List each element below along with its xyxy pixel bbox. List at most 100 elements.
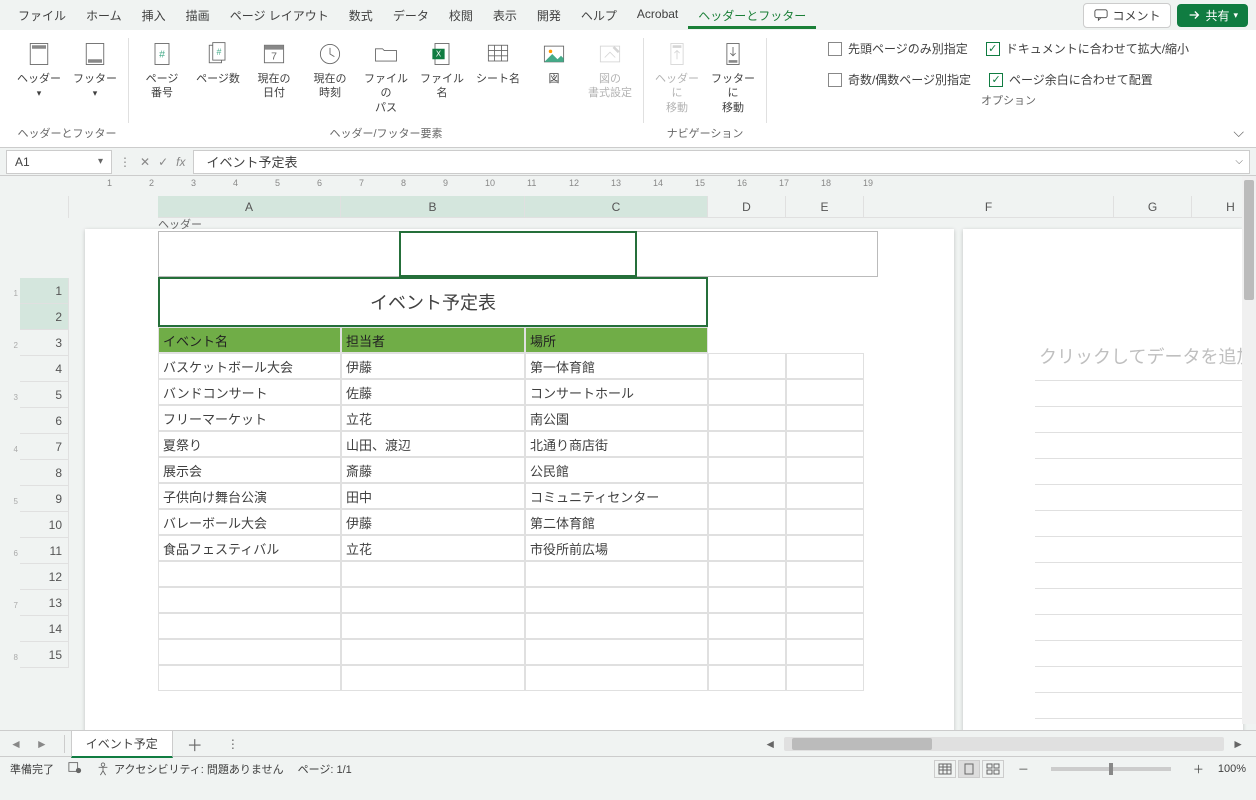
enter-icon[interactable]: ✓ [158, 155, 168, 169]
date-button[interactable]: 7現在の 日付 [249, 36, 299, 103]
table-cell[interactable] [158, 665, 341, 691]
table-cell[interactable] [341, 665, 525, 691]
table-cell[interactable]: 斎藤 [341, 457, 525, 483]
sheetname-button[interactable]: シート名 [473, 36, 523, 88]
spreadsheet-cells[interactable]: イベント予定表イベント名担当者場所バスケットボール大会伊藤第一体育館バンドコンサ… [158, 277, 864, 691]
formula-expand-icon[interactable]: ⌵ [1235, 156, 1243, 167]
table-cell[interactable]: 食品フェスティバル [158, 535, 341, 561]
table-cell[interactable] [786, 379, 864, 405]
table-cell[interactable]: コンサートホール [525, 379, 708, 405]
table-cell[interactable]: 夏祭り [158, 431, 341, 457]
formula-input[interactable]: イベント予定表 ⌵ [193, 150, 1250, 174]
table-cell[interactable] [786, 561, 864, 587]
view-page-layout-button[interactable] [958, 760, 980, 778]
table-cell[interactable] [708, 535, 786, 561]
table-cell[interactable] [786, 483, 864, 509]
odd-even-diff-check[interactable]: 奇数/偶数ページ別指定 [828, 71, 971, 88]
row-header-3[interactable]: 3 [20, 330, 69, 356]
select-all-corner[interactable] [0, 196, 69, 218]
fx-icon[interactable]: fx [176, 155, 185, 169]
header-center-section[interactable] [399, 231, 637, 277]
filepath-button[interactable]: ファイルの パス [361, 36, 411, 117]
table-cell[interactable] [786, 613, 864, 639]
scrollbar-thumb[interactable] [792, 738, 932, 750]
ribbon-collapse-button[interactable]: ⌵ [1233, 124, 1244, 141]
table-cell[interactable] [708, 457, 786, 483]
menu-数式[interactable]: 数式 [339, 2, 383, 29]
menu-表示[interactable]: 表示 [483, 2, 527, 29]
table-cell[interactable] [708, 431, 786, 457]
horizontal-scrollbar[interactable] [784, 737, 1224, 751]
table-cell[interactable] [708, 509, 786, 535]
table-cell[interactable]: 伊藤 [341, 353, 525, 379]
hscroll-left[interactable]: ◄ [760, 737, 780, 751]
table-cell[interactable]: 立花 [341, 405, 525, 431]
row-header-14[interactable]: 14 [20, 616, 69, 642]
row-header-8[interactable]: 8 [20, 460, 69, 486]
table-cell[interactable]: フリーマーケット [158, 405, 341, 431]
row-header-13[interactable]: 13 [20, 590, 69, 616]
scrollbar-thumb[interactable] [1244, 180, 1254, 300]
col-header-A[interactable]: A [158, 196, 341, 218]
table-cell[interactable]: 立花 [341, 535, 525, 561]
table-cell[interactable] [158, 639, 341, 665]
scale-with-doc-check[interactable]: ✓ドキュメントに合わせて拡大/縮小 [986, 40, 1189, 57]
col-header-E[interactable]: E [786, 196, 864, 218]
table-cell[interactable] [341, 639, 525, 665]
filename-button[interactable]: Xファイル名 [417, 36, 467, 103]
table-header-cell[interactable]: イベント名 [158, 327, 341, 353]
table-cell[interactable]: 展示会 [158, 457, 341, 483]
table-cell[interactable] [341, 561, 525, 587]
zoom-slider[interactable] [1051, 767, 1171, 771]
add-data-placeholder[interactable]: クリックしてデータを追加 [1035, 331, 1254, 381]
tab-menu-button[interactable]: ⋮ [217, 737, 249, 751]
picture-button[interactable]: 図 [529, 36, 579, 88]
table-cell[interactable]: バンドコンサート [158, 379, 341, 405]
col-header-D[interactable]: D [708, 196, 786, 218]
menu-ページ レイアウト[interactable]: ページ レイアウト [220, 2, 339, 29]
table-cell[interactable]: バレーボール大会 [158, 509, 341, 535]
table-cell[interactable] [525, 613, 708, 639]
table-cell[interactable] [708, 587, 786, 613]
row-header-1[interactable]: 1 [20, 278, 69, 304]
table-cell[interactable] [708, 353, 786, 379]
table-cell[interactable] [786, 431, 864, 457]
zoom-in-button[interactable]: ＋ [1193, 761, 1204, 777]
name-box[interactable]: A1 ▾ [6, 150, 112, 174]
comment-button[interactable]: コメント [1083, 3, 1171, 28]
view-normal-button[interactable] [934, 760, 956, 778]
table-cell[interactable]: 公民館 [525, 457, 708, 483]
zoom-level[interactable]: 100% [1218, 763, 1246, 775]
row-header-12[interactable]: 12 [20, 564, 69, 590]
table-cell[interactable] [525, 639, 708, 665]
table-cell[interactable] [525, 561, 708, 587]
table-cell[interactable] [708, 613, 786, 639]
menu-描画[interactable]: 描画 [176, 2, 220, 29]
table-cell[interactable] [525, 665, 708, 691]
accessibility-status[interactable]: アクセシビリティ: 問題ありません [96, 761, 284, 777]
table-cell[interactable]: 南公園 [525, 405, 708, 431]
col-header-C[interactable]: C [525, 196, 708, 218]
menu-ファイル[interactable]: ファイル [8, 2, 76, 29]
table-cell[interactable]: 伊藤 [341, 509, 525, 535]
tab-nav-prev[interactable]: ◄ [10, 737, 22, 751]
align-margins-check[interactable]: ✓ページ余白に合わせて配置 [989, 71, 1153, 88]
table-cell[interactable]: 第二体育館 [525, 509, 708, 535]
col-header-G[interactable]: G [1114, 196, 1192, 218]
menu-校閲[interactable]: 校閲 [439, 2, 483, 29]
zoom-out-button[interactable]: － [1018, 761, 1029, 777]
header-edit-area[interactable] [158, 231, 878, 277]
table-cell[interactable] [786, 509, 864, 535]
table-cell[interactable] [158, 561, 341, 587]
table-cell[interactable]: 北通り商店街 [525, 431, 708, 457]
vertical-scrollbar[interactable] [1242, 176, 1256, 724]
table-cell[interactable] [786, 639, 864, 665]
title-cell[interactable]: イベント予定表 [158, 277, 708, 327]
row-header-5[interactable]: 5 [20, 382, 69, 408]
table-cell[interactable] [341, 587, 525, 613]
table-cell[interactable] [158, 613, 341, 639]
table-cell[interactable] [786, 535, 864, 561]
pagecount-button[interactable]: #ページ数 [193, 36, 243, 88]
first-page-diff-check[interactable]: 先頭ページのみ別指定 [828, 40, 968, 57]
share-button[interactable]: 共有 ▾ [1177, 4, 1248, 27]
